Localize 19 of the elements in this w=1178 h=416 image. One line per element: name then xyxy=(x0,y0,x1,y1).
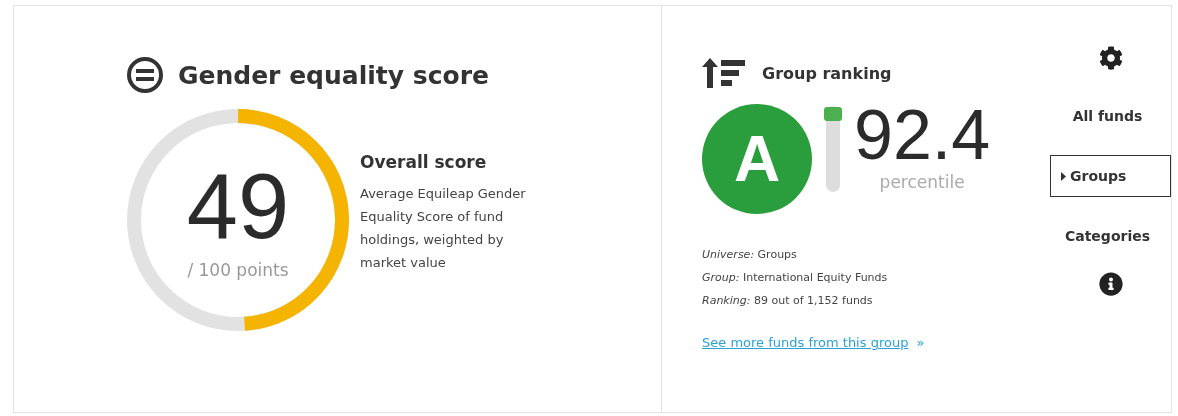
percentile-label: percentile xyxy=(879,172,965,192)
section-heading: Overall score xyxy=(360,152,488,172)
detail-line: Ranking: 89 out of 1,152 funds xyxy=(702,293,874,309)
percentile-value: 92.4 xyxy=(854,100,991,170)
detail-line: Universe: Groups xyxy=(702,247,798,263)
grade-badge: A xyxy=(702,104,812,214)
equal-circle-icon xyxy=(126,56,164,94)
panel-title: Gender equality score xyxy=(178,60,489,90)
caret-icon xyxy=(1061,171,1066,181)
sort-ascending-icon xyxy=(702,58,748,88)
info-icon[interactable] xyxy=(1098,272,1123,296)
score-description: Average Equileap Gender Equality Score of fund holdings, weighted by market value xyxy=(360,185,527,272)
double-arrow: » xyxy=(916,335,925,350)
detail-line: Group: International Equity Funds xyxy=(702,270,889,286)
score-unit: / 100 points xyxy=(187,260,289,280)
filter-option[interactable]: Groups xyxy=(1050,155,1171,197)
settings-icon[interactable] xyxy=(1098,46,1123,70)
panel-title: Group ranking xyxy=(762,63,892,83)
score-value: 49 xyxy=(186,160,290,252)
